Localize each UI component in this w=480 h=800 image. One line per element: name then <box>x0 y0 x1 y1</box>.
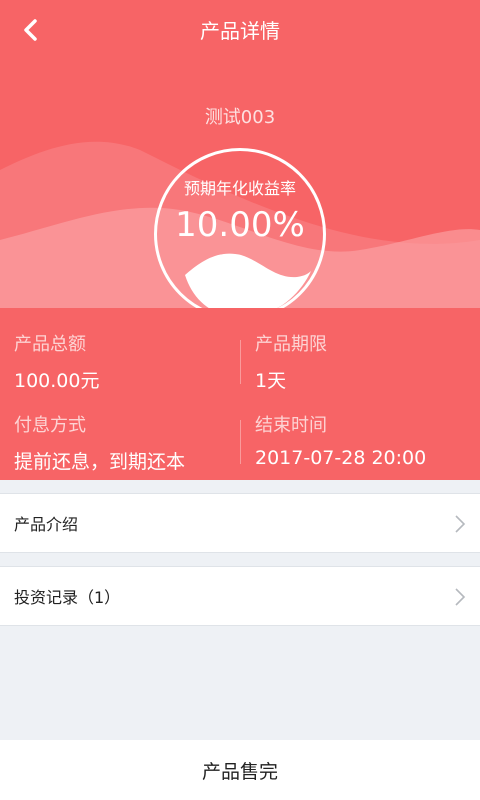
term-value: 1天 <box>255 370 287 392</box>
end-time-label: 结束时间 <box>255 415 327 436</box>
product-intro-label: 产品介绍 <box>14 515 79 534</box>
total-amount: 产品总额 100.00元 <box>14 330 99 393</box>
interest-method: 付息方式 提前还息，到期还本 <box>14 411 185 474</box>
product-name: 测试003 <box>204 107 276 128</box>
page-title: 产品详情 <box>200 19 280 43</box>
sold-out-status: 产品售完 <box>201 760 278 783</box>
term: 产品期限 1天 <box>255 330 327 393</box>
end-time: 结束时间 2017-07-28 20:00 <box>255 411 426 469</box>
product-intro-row[interactable]: 产品介绍 <box>0 493 480 553</box>
yield-label: 预期年化收益率 <box>183 179 296 198</box>
chevron-right-icon <box>455 588 466 606</box>
sold-out-bar: 产品售完 <box>0 740 480 800</box>
yield-value: 10.00% <box>175 205 305 245</box>
divider <box>240 340 241 384</box>
product-info-grid: 产品总额 100.00元 产品期限 1天 付息方式 提前还息，到期还本 结束时间… <box>0 308 480 480</box>
interest-method-value: 提前还息，到期还本 <box>14 451 186 473</box>
total-amount-value: 100.00元 <box>14 370 100 392</box>
term-label: 产品期限 <box>255 334 327 355</box>
total-amount-label: 产品总额 <box>14 334 86 355</box>
investment-records-label: 投资记录（1） <box>14 588 121 607</box>
yield-circle: 预期年化收益率 10.00% <box>154 148 326 320</box>
chevron-right-icon <box>455 515 466 533</box>
investment-records-row[interactable]: 投资记录（1） <box>0 566 480 626</box>
interest-method-label: 付息方式 <box>14 415 86 436</box>
top-bar: 产品详情 <box>0 0 480 60</box>
end-time-value: 2017-07-28 20:00 <box>255 447 427 469</box>
divider <box>240 420 241 464</box>
